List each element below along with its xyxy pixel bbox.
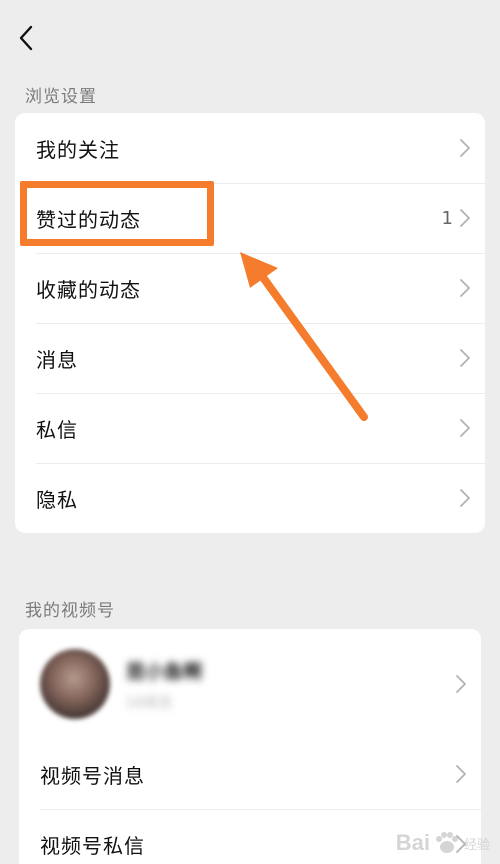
chevron-right-icon	[456, 765, 466, 783]
row-label: 私信	[36, 417, 78, 442]
avatar	[40, 649, 110, 719]
watermark-subtext: 经验	[463, 837, 490, 853]
liked-count-badge: 1	[441, 207, 453, 229]
row-messages[interactable]: 消息	[15, 323, 485, 393]
row-label: 消息	[36, 347, 78, 372]
chevron-right-icon	[460, 209, 470, 227]
chevron-right-icon	[460, 419, 470, 437]
top-bar	[0, 0, 500, 68]
row-my-follows[interactable]: 我的关注	[15, 113, 485, 183]
browse-section-title: 浏览设置	[25, 87, 97, 107]
row-private-messages[interactable]: 私信	[15, 393, 485, 463]
profile-name: 昆小鱼啊	[126, 660, 203, 683]
row-label: 视频号私信	[40, 833, 145, 858]
back-button[interactable]	[12, 22, 40, 54]
chevron-right-icon	[456, 675, 466, 693]
channels-section-title: 我的视频号	[25, 601, 115, 621]
paw-icon	[435, 832, 458, 853]
watermark-text: Bai	[395, 830, 430, 855]
row-label: 收藏的动态	[36, 277, 141, 302]
row-favorited-posts[interactable]: 收藏的动态	[15, 253, 485, 323]
row-label: 隐私	[36, 487, 78, 512]
row-liked-posts[interactable]: 赞过的动态 1	[15, 183, 485, 253]
chevron-left-icon	[19, 25, 33, 51]
chevron-right-icon	[460, 349, 470, 367]
channel-profile-row[interactable]: 昆小鱼啊 14关注	[19, 629, 481, 739]
row-label: 赞过的动态	[36, 207, 141, 232]
row-label: 我的关注	[36, 137, 120, 162]
row-privacy[interactable]: 隐私	[15, 463, 485, 533]
browse-settings-card: 我的关注 赞过的动态 1 收藏的动态 消息 私信 隐私	[15, 113, 485, 533]
chevron-right-icon	[460, 279, 470, 297]
row-channel-messages[interactable]: 视频号消息	[19, 739, 481, 809]
channels-card: 昆小鱼啊 14关注 视频号消息 视频号私信	[19, 629, 481, 864]
baidu-watermark: Bai 经验	[396, 830, 490, 856]
chevron-right-icon	[460, 489, 470, 507]
chevron-right-icon	[460, 139, 470, 157]
row-label: 视频号消息	[40, 763, 145, 788]
profile-subtitle: 14关注	[126, 694, 172, 711]
